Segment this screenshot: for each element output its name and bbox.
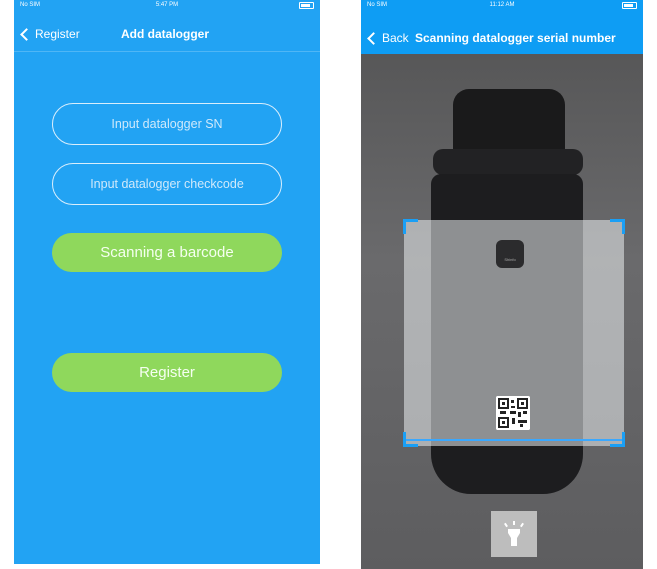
nav-bar: Back Scanning datalogger serial number — [361, 10, 643, 54]
back-button[interactable]: Back — [367, 31, 409, 45]
scan-frame: Shinfo — [403, 219, 625, 447]
register-button[interactable]: Register — [52, 353, 282, 392]
nav-bar: Register Add datalogger — [14, 22, 320, 48]
flashlight-button[interactable] — [491, 511, 537, 557]
battery-icon — [299, 1, 314, 9]
battery-icon — [622, 1, 637, 9]
status-time: 5:47 PM — [155, 2, 179, 8]
add-datalogger-screen: No SIM 5:47 PM Register Add datalogger S… — [14, 0, 320, 564]
scan-line — [406, 439, 622, 441]
device-ring — [433, 149, 583, 175]
back-label: Register — [35, 27, 80, 41]
status-bar: No SIM 11:12 AM — [361, 0, 643, 10]
page-title: Add datalogger — [121, 27, 210, 41]
device-logo: Shinfo — [496, 240, 524, 268]
back-button[interactable]: Register — [20, 27, 80, 41]
flashlight-icon — [504, 521, 524, 546]
qr-code-icon — [496, 396, 530, 430]
chevron-left-icon — [367, 31, 380, 45]
scan-barcode-button[interactable]: Scanning a barcode — [52, 233, 282, 272]
datalogger-sn-input[interactable] — [52, 103, 282, 145]
page-title: Scanning datalogger serial number — [415, 31, 616, 45]
back-label: Back — [382, 31, 409, 45]
scan-corner-top-right — [610, 219, 625, 234]
carrier-label: No SIM — [20, 2, 41, 8]
camera-viewfinder: Shinfo — [361, 54, 643, 569]
nav-divider — [14, 51, 320, 52]
chevron-left-icon — [20, 27, 33, 41]
scan-corner-top-left — [403, 219, 418, 234]
scan-datalogger-screen: No SIM 11:12 AM Back Scanning datalogger… — [361, 0, 643, 569]
status-time: 11:12 AM — [489, 2, 515, 8]
status-bar: No SIM 5:47 PM — [14, 0, 320, 10]
carrier-label: No SIM — [367, 2, 388, 8]
datalogger-checkcode-input[interactable] — [52, 163, 282, 205]
